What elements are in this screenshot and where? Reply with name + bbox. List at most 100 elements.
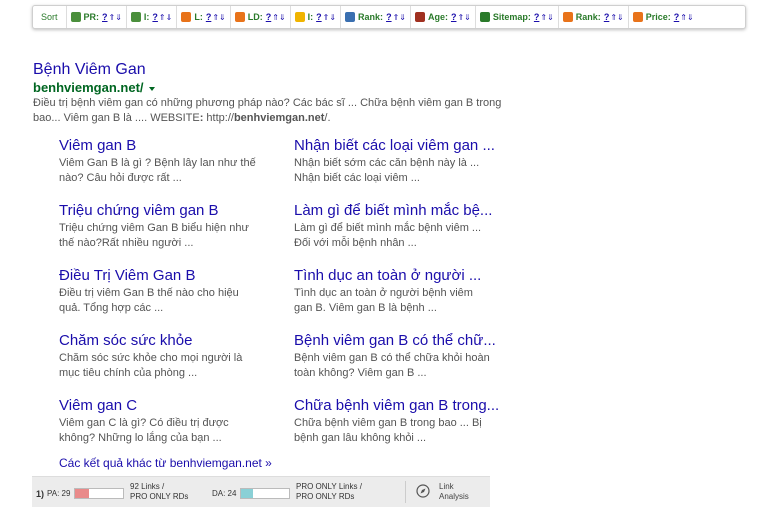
compass-icon[interactable] xyxy=(416,484,430,498)
moz-bar: 1) PA: 29 92 Links / PRO ONLY RDs DA: 24… xyxy=(32,476,490,507)
page-authority-fill xyxy=(75,489,89,498)
sort-arrows-icon[interactable]: ⇑⇓ xyxy=(540,13,553,22)
seo-metric-value[interactable]: ? xyxy=(451,12,457,22)
sitelink: Nhận biết các loại viêm gan ... Nhận biết… xyxy=(294,137,529,186)
seo-metric-value[interactable]: ? xyxy=(604,12,610,22)
seo-metric-label: Age: xyxy=(427,12,448,22)
google-index-icon xyxy=(130,12,141,22)
links-icon xyxy=(181,12,192,22)
page-authority-bar xyxy=(74,488,124,499)
sitelink: Viêm gan C Viêm gan C là gì? Có điều trị … xyxy=(59,397,294,446)
sort-arrows-icon[interactable]: ⇑⇓ xyxy=(272,13,285,22)
seo-toolbar: Sort PR:? ⇑⇓ I:? ⇑⇓ L:? ⇑⇓ LD:? ⇑⇓ I:? ⇑⇓ Rank:? ⇑⇓… xyxy=(32,5,746,29)
result-url[interactable]: benhviemgan.net/ xyxy=(33,80,155,95)
sort-arrows-icon[interactable]: ⇑⇓ xyxy=(393,13,406,22)
seo-metric-value[interactable]: ? xyxy=(206,12,212,22)
seo-metric-value[interactable]: ? xyxy=(674,12,680,22)
sitelink-title[interactable]: Chăm sóc sức khỏe xyxy=(59,332,294,350)
sitelink-title[interactable]: Viêm gan B xyxy=(59,137,294,155)
moz-divider xyxy=(405,481,406,503)
seo-metric-5[interactable]: Rank:? ⇑⇓ xyxy=(341,6,411,28)
sitelink-snippet: Điều trị viêm Gan B thế nào cho hiệu quả… xyxy=(59,287,239,314)
sort-button[interactable]: Sort xyxy=(33,6,67,28)
domain-authority-fill xyxy=(241,489,253,498)
desc-domain: benhviemgan.net xyxy=(233,112,325,124)
sitelink: Viêm gan B Viêm Gan B là gì ? Bệnh lây la… xyxy=(59,137,294,186)
links-line-1[interactable]: 92 Links / xyxy=(130,482,188,492)
sitemap-icon xyxy=(479,12,490,22)
sort-arrows-icon[interactable]: ⇑⇓ xyxy=(323,13,336,22)
sitelink-title[interactable]: Chữa bệnh viêm gan B trong... xyxy=(294,397,529,415)
domain-authority-bar xyxy=(240,488,290,499)
seo-metric-3[interactable]: LD:? ⇑⇓ xyxy=(231,6,291,28)
seo-metric-value[interactable]: ? xyxy=(102,12,108,22)
seo-metric-9[interactable]: Price:? ⇑⇓ xyxy=(629,6,698,28)
desc-text-2: http:// xyxy=(203,112,234,124)
sitelink: Bệnh viêm gan B có thể chữ... Bệnh viêm g… xyxy=(294,332,529,381)
links-count[interactable]: 92 Links / PRO ONLY RDs xyxy=(130,482,188,502)
url-dropdown-arrow-icon[interactable] xyxy=(148,86,155,91)
google-pr-icon xyxy=(70,12,81,22)
desc-text-3: /. xyxy=(324,112,331,124)
pro-links-line-1[interactable]: PRO ONLY Links / xyxy=(296,482,362,492)
sitelink-snippet: Chữa bệnh viêm gan B trong bao ... Bị bệ… xyxy=(294,417,482,444)
page-authority-label: PA: 29 xyxy=(47,489,71,498)
sitelink: Chữa bệnh viêm gan B trong... Chữa bệnh v… xyxy=(294,397,529,446)
sitelink-title[interactable]: Triệu chứng viêm gan B xyxy=(59,202,294,220)
sitelink-title[interactable]: Viêm gan C xyxy=(59,397,294,415)
seo-metric-label: I: xyxy=(307,12,314,22)
sitelink-snippet: Viêm Gan B là gì ? Bệnh lây lan như thế … xyxy=(59,157,256,184)
result-title-link[interactable]: Bệnh Viêm Gan xyxy=(33,61,146,79)
sitelink: Triệu chứng viêm gan B Triệu chứng viêm G… xyxy=(59,202,294,251)
sitelink-snippet: Triệu chứng viêm Gan B biểu hiện như thế… xyxy=(59,222,249,249)
more-results-link[interactable]: Các kết quả khác từ benhviemgan.net » xyxy=(59,456,272,470)
seo-metric-1[interactable]: I:? ⇑⇓ xyxy=(127,6,178,28)
link-analysis-button[interactable]: Link Analysis xyxy=(439,482,469,502)
seo-metric-value[interactable]: ? xyxy=(534,12,540,22)
sitelink-title[interactable]: Điều Trị Viêm Gan B xyxy=(59,267,294,285)
link-domains-icon xyxy=(234,12,245,22)
domain-authority-label: DA: 24 xyxy=(212,489,237,498)
result-rank-number: 1) xyxy=(36,489,45,499)
result-url-text[interactable]: benhviemgan.net/ xyxy=(33,80,144,95)
seo-metric-0[interactable]: PR:? ⇑⇓ xyxy=(67,6,127,28)
seo-metric-value[interactable]: ? xyxy=(316,12,322,22)
sort-arrows-icon[interactable]: ⇑⇓ xyxy=(457,13,470,22)
links-line-2[interactable]: PRO ONLY RDs xyxy=(130,492,188,502)
seo-metric-label: LD: xyxy=(247,12,263,22)
sort-arrows-icon[interactable]: ⇑⇓ xyxy=(680,13,693,22)
link-analysis-line-2[interactable]: Analysis xyxy=(439,492,469,502)
seo-metric-label: Price: xyxy=(645,12,671,22)
sitelink: Chăm sóc sức khỏe Chăm sóc sức khỏe cho m… xyxy=(59,332,294,381)
pro-links-line-2[interactable]: PRO ONLY RDs xyxy=(296,492,362,502)
sort-arrows-icon[interactable]: ⇑⇓ xyxy=(610,13,623,22)
age-icon xyxy=(414,12,425,22)
seo-metric-label: Sitemap: xyxy=(492,12,531,22)
sort-arrows-icon[interactable]: ⇑⇓ xyxy=(212,13,225,22)
sort-arrows-icon[interactable]: ⇑⇓ xyxy=(109,13,122,22)
pro-links-count[interactable]: PRO ONLY Links / PRO ONLY RDs xyxy=(296,482,362,502)
price-icon xyxy=(632,12,643,22)
sitelink-title[interactable]: Làm gì để biết mình mắc bệ... xyxy=(294,202,529,220)
seo-metric-label: L: xyxy=(194,12,203,22)
seo-metric-value[interactable]: ? xyxy=(266,12,272,22)
link-analysis-line-1[interactable]: Link xyxy=(439,482,469,492)
seo-metric-6[interactable]: Age:? ⇑⇓ xyxy=(411,6,476,28)
seo-metric-label: Rank: xyxy=(575,12,601,22)
seo-metric-label: Rank: xyxy=(358,12,384,22)
seo-metric-value[interactable]: ? xyxy=(386,12,392,22)
sitelink-title[interactable]: Tình dục an toàn ở người ... xyxy=(294,267,529,285)
sort-arrows-icon[interactable]: ⇑⇓ xyxy=(159,13,172,22)
seo-metric-4[interactable]: I:? ⇑⇓ xyxy=(291,6,342,28)
semrush-rank-icon xyxy=(562,12,573,22)
seo-metric-8[interactable]: Rank:? ⇑⇓ xyxy=(559,6,629,28)
result-description: Điều trị bệnh viêm gan có những phương p… xyxy=(33,96,503,126)
sitelink-snippet: Tình dục an toàn ở người bệnh viêm gan B… xyxy=(294,287,473,314)
seo-metric-2[interactable]: L:? ⇑⇓ xyxy=(177,6,231,28)
seo-metric-7[interactable]: Sitemap:? ⇑⇓ xyxy=(476,6,559,28)
bing-index-icon xyxy=(294,12,305,22)
alexa-rank-icon xyxy=(345,12,356,22)
sitelink-title[interactable]: Bệnh viêm gan B có thể chữ... xyxy=(294,332,529,350)
seo-metric-value[interactable]: ? xyxy=(152,12,158,22)
sitelink-title[interactable]: Nhận biết các loại viêm gan ... xyxy=(294,137,529,155)
